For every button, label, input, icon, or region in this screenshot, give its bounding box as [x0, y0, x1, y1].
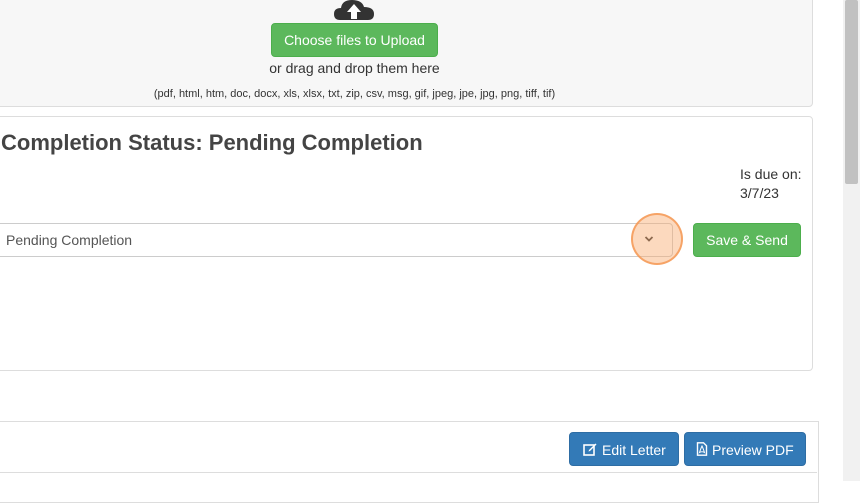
edit-icon [583, 443, 597, 456]
edit-letter-button[interactable]: Edit Letter [569, 432, 679, 466]
drag-drop-hint: or drag and drop them here [269, 60, 440, 76]
click-indicator [631, 213, 683, 265]
status-select-value: Pending Completion [6, 232, 133, 248]
save-and-send-button[interactable]: Save & Send [693, 223, 801, 257]
scrollbar-thumb[interactable] [845, 0, 858, 184]
due-label: Is due on: [740, 166, 802, 182]
preview-pdf-button[interactable]: Preview PDF [684, 432, 806, 466]
allowed-file-types: (pdf, html, htm, doc, docx, xls, xlsx, t… [153, 88, 556, 100]
edit-letter-label: Edit Letter [602, 442, 666, 458]
cloud-upload-icon [334, 0, 374, 20]
letter-header-divider [0, 472, 817, 473]
status-select[interactable]: Pending Completion [0, 223, 673, 257]
choose-files-button[interactable]: Choose files to Upload [271, 23, 438, 57]
due-date: 3/7/23 [740, 185, 779, 201]
preview-pdf-label: Preview PDF [712, 442, 794, 458]
pdf-file-icon [696, 442, 708, 456]
completion-status-title: Completion Status: Pending Completion [1, 130, 423, 155]
